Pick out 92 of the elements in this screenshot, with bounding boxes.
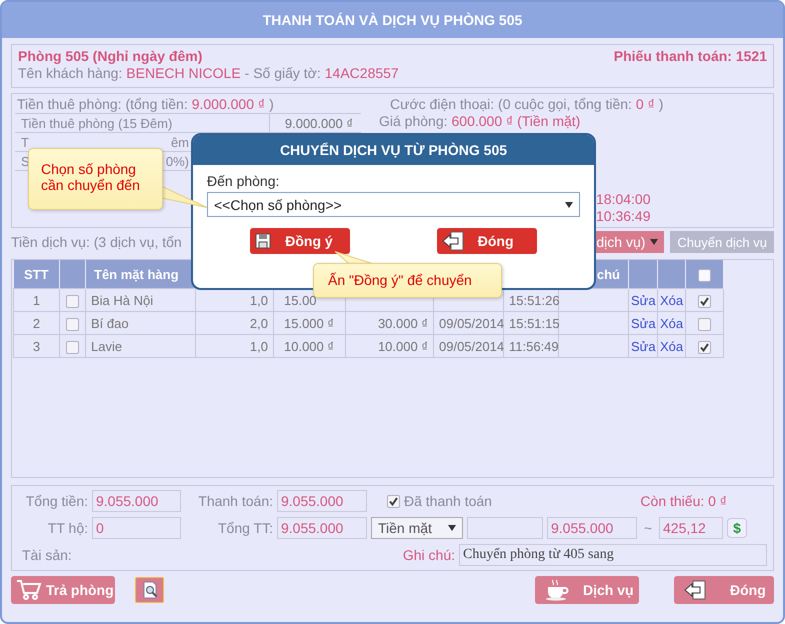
proxy-label: TT hộ: [46,520,88,536]
table-cell: 11:56:49 [509,338,559,354]
table-cell: Tiền thuê phòng (15 Đêm) [21,116,172,130]
preview-button[interactable] [135,577,164,603]
checkbox[interactable] [66,294,79,308]
column-header: Tên mặt hàng [94,266,179,282]
caret-icon [448,525,456,531]
table-cell: 30.000 ₫ [378,316,428,330]
checkbox[interactable] [66,340,79,354]
table-cell: 15.00 [284,292,317,308]
payment-label: Thanh toán: [197,493,273,509]
coffee-cup-icon [545,579,569,601]
confirm-button[interactable]: Đồng ý [250,228,350,254]
table-cell: Lavie [91,338,122,354]
table-cell: 2,0 [250,316,268,330]
customer-name: BENECH NICOLE [126,65,241,81]
table-cell: 15:51:15 [509,316,560,330]
close-button[interactable]: Đóng [674,576,774,604]
table-cell: 1,0 [250,292,268,308]
paren-text: ) [269,96,274,112]
table-cell: 15:51:26 [509,292,560,308]
note-field[interactable]: Chuyển phòng từ 405 sang [459,544,767,566]
asset-label: Tài sản: [21,547,73,563]
window-title: THANH TOÁN VÀ DỊCH VỤ PHÒNG 505 [2,2,783,38]
transfer-service-button[interactable]: Chuyển dịch vụ [670,231,774,253]
checkbox[interactable] [698,340,711,354]
service-button[interactable]: Dịch vụ [535,576,639,604]
caret-icon [650,239,658,245]
checkbox[interactable] [698,268,711,282]
payment-field[interactable]: 9.055.000 [277,490,367,512]
amount-field[interactable] [467,517,543,539]
receipt-number: Phiếu thanh toán: 1521 [614,48,767,64]
table-cell: êm [170,134,189,150]
dialog-title: CHUYỂN DỊCH VỤ TỪ PHÒNG 505 [193,135,594,165]
table-cell: 15.000 ₫ [284,316,334,330]
rent-label: Tiền thuê phòng: (tổng tiền: [17,96,188,112]
room-dropdown[interactable]: <<Chọn số phòng>> [207,192,580,217]
column-header: STT [24,266,49,282]
rent-total: 9.000.000 ₫ [192,96,266,112]
table-cell: 10.000 ₫ [378,338,428,354]
checkbox[interactable] [698,294,711,308]
room-title: Phòng 505 (Nghỉ ngày đêm) [18,48,202,64]
table-cell: Bia Hà Nội [91,292,154,308]
phone-label: Cước điện thoại: (0 cuộc gọi, tổng tiền: [390,96,632,112]
tilde-text: ~ [642,520,654,536]
total-label: Tổng tiền: [24,493,88,509]
room-field-label: Đến phòng: [207,173,280,189]
table-cell: 1 [32,292,40,308]
tooltip-text: Chọn số phòng cần chuyển đến [41,161,140,193]
checkbox[interactable] [698,318,711,331]
room-price: 600.000 ₫ (Tiền mặt) [452,113,580,129]
column-header: chú [596,266,620,282]
close-button[interactable]: Đóng [436,228,537,254]
document-search-icon [140,581,158,599]
amount-field[interactable]: 9.055.000 [547,517,637,539]
id-number: 14AC28557 [324,65,399,81]
total-paid-field[interactable]: 9.055.000 [277,517,367,539]
converted-field[interactable]: 425,12 [659,517,723,539]
table-cell: Bí đao [91,316,129,330]
caret-icon [565,202,573,208]
note-label: Ghi chú: [402,547,455,563]
payment-method-dropdown[interactable]: Tiền mặt [371,517,463,539]
paren-text: ) [658,96,664,112]
remaining-text: Còn thiếu: 0 ₫ [640,493,727,509]
tooltip-text: Ấn "Đồng ý" để chuyển [328,272,472,288]
service-label: Tiền dịch vụ: (3 dịch vụ, tổn [11,234,182,250]
back-arrow-icon [684,580,706,600]
time-text: 18:04:00 [596,191,650,207]
id-label: - Số giấy tờ: [244,65,321,81]
checkout-button[interactable]: Trả phòng [11,576,115,604]
table-cell: 0%) [166,154,189,168]
total-paid-label: Tổng TT: [217,520,273,536]
total-field[interactable]: 9.055.000 [92,490,181,512]
table-cell: 2 [32,316,40,330]
table-cell: T [21,134,29,150]
table-cell: 10.000 ₫ [284,338,334,354]
customer-label: Tên khách hàng: [18,65,122,81]
cart-icon [16,579,42,601]
table-cell: 9.000.000 ₫ [284,116,353,130]
back-arrow-icon [442,231,464,251]
checkbox[interactable] [66,318,79,331]
table-cell: 09/05/2014 [439,338,504,354]
paid-label: Đã thanh toán [404,493,492,509]
checkbox[interactable] [387,494,400,508]
time-text: 10:36:49 [596,208,650,224]
phone-total: 0 ₫ [636,96,655,112]
currency-button[interactable]: $ [727,518,747,538]
table-cell: 09/05/2014 [439,316,504,330]
table-cell: 1,0 [250,338,268,354]
table-cell: 3 [32,338,40,354]
proxy-field[interactable]: 0 [92,517,181,539]
price-label: Giá phòng: [379,113,448,129]
